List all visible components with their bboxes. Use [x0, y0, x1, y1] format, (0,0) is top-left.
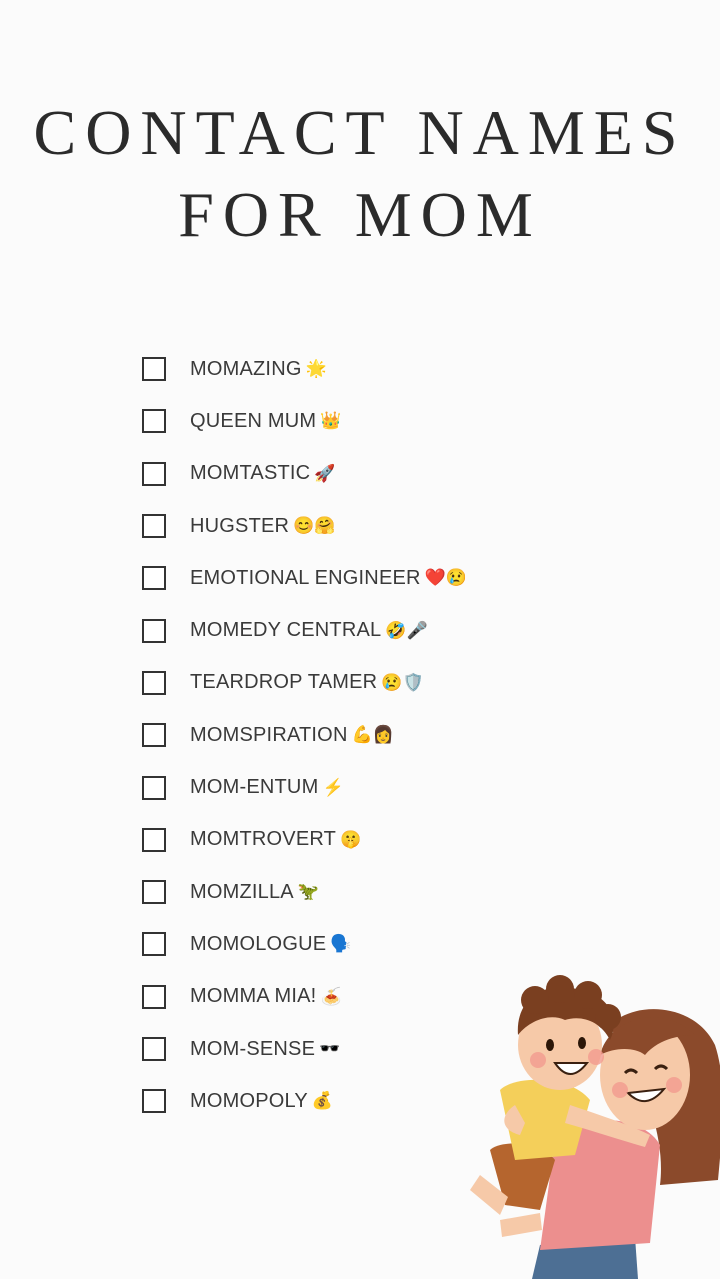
item-label: MOMEDY CENTRAL	[190, 619, 382, 642]
item-label: MOM-ENTUM	[190, 776, 319, 799]
checkbox[interactable]	[142, 775, 166, 800]
item-label: MOMAZING	[190, 357, 302, 380]
list-item: MOMOLOGUE 🗣️	[142, 918, 467, 970]
item-label: MOMOPOLY	[190, 1089, 308, 1112]
checkbox[interactable]	[142, 1037, 166, 1061]
item-emoji: 🤫	[340, 829, 362, 849]
item-label: MOMTASTIC	[190, 462, 311, 485]
item-emoji: 😢🛡️	[381, 672, 424, 692]
item-label: MOMZILLA	[190, 880, 294, 903]
item-emoji: ❤️😢	[424, 568, 468, 588]
list-item: EMOTIONAL ENGINEER ❤️😢	[142, 552, 467, 604]
item-label: MOMOLOGUE	[190, 932, 327, 955]
list-item: MOMEDY CENTRAL 🤣🎤	[142, 604, 467, 656]
list-item: MOMTASTIC 🚀	[142, 448, 467, 500]
checkbox[interactable]	[142, 566, 166, 591]
list-item: MOMZILLA 🦖	[142, 866, 467, 918]
checkbox[interactable]	[142, 409, 166, 434]
item-emoji: 🕶️	[319, 1039, 341, 1058]
item-label: MOMSPIRATION	[190, 723, 348, 746]
page-title: CONTACT NAMES FOR MOM	[0, 92, 720, 256]
item-emoji: ⚡	[322, 777, 344, 797]
checkbox[interactable]	[142, 723, 166, 748]
checkbox[interactable]	[142, 1089, 166, 1114]
item-emoji: 🌟	[305, 359, 327, 379]
item-emoji: 💪👩	[351, 725, 394, 745]
item-emoji: 💰	[311, 1091, 334, 1111]
item-emoji: 😊🤗	[293, 516, 336, 536]
checkbox[interactable]	[142, 461, 166, 486]
list-item: TEARDROP TAMER 😢🛡️	[142, 657, 467, 709]
list-item: MOMAZING 🌟	[142, 343, 467, 395]
list-item: MOMSPIRATION 💪👩	[142, 709, 467, 761]
list-item: QUEEN MUM 👑	[142, 395, 467, 447]
item-emoji: 🗣️	[330, 934, 352, 954]
item-emoji: 🍝	[320, 986, 342, 1006]
checkbox[interactable]	[142, 827, 166, 852]
mother-hugging-child-illustration	[470, 975, 720, 1279]
item-emoji: 🦖	[297, 882, 320, 902]
item-label: MOMTROVERT	[190, 828, 337, 851]
list-item: MOMTROVERT 🤫	[142, 814, 467, 866]
item-label: TEARDROP TAMER	[190, 671, 378, 694]
contact-names-checklist: MOMAZING 🌟 QUEEN MUM 👑 MOMTASTIC 🚀 HUGSTER 😊…	[142, 343, 467, 1127]
checkbox[interactable]	[142, 670, 166, 695]
item-label: EMOTIONAL ENGINEER	[190, 566, 421, 589]
item-emoji: 🤣🎤	[385, 620, 428, 640]
item-label: MOMMA MIA!	[190, 985, 317, 1008]
checkbox[interactable]	[142, 514, 166, 539]
title-line-2: FOR MOM	[178, 179, 542, 250]
item-emoji: 🚀	[314, 463, 336, 483]
item-label: MOM-SENSE	[190, 1037, 316, 1060]
item-emoji: 👑	[320, 411, 342, 431]
checkbox[interactable]	[142, 880, 166, 905]
title-line-1: CONTACT NAMES	[33, 97, 687, 168]
checkbox[interactable]	[142, 618, 166, 643]
list-item: MOMMA MIA! 🍝	[142, 971, 467, 1023]
list-item: MOMOPOLY 💰	[142, 1075, 467, 1127]
checkbox[interactable]	[142, 357, 166, 382]
item-label: QUEEN MUM	[190, 409, 317, 432]
checkbox[interactable]	[142, 932, 166, 957]
item-label: HUGSTER	[190, 514, 290, 537]
list-item: MOM-SENSE 🕶️	[142, 1023, 467, 1075]
checkbox[interactable]	[142, 984, 166, 1009]
list-item: MOM-ENTUM ⚡	[142, 761, 467, 813]
list-item: HUGSTER 😊🤗	[142, 500, 467, 552]
